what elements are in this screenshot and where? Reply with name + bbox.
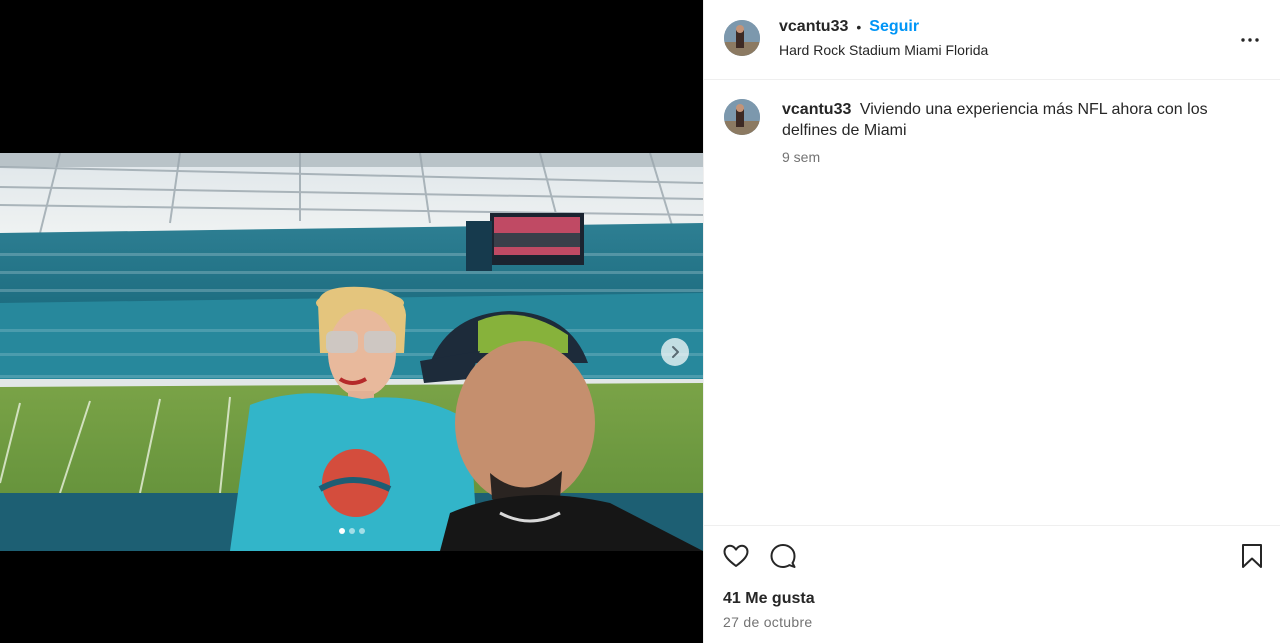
post-photo[interactable] [0,153,703,551]
comment-icon [770,544,796,568]
likes-count[interactable]: 41 Me gusta [723,590,815,608]
post-caption: vcantu33 Viviendo una experiencia más NF… [782,99,1252,141]
profile-photo [724,99,760,135]
caption-username[interactable]: vcantu33 [782,101,851,118]
comment-button[interactable] [769,542,797,570]
separator-dot: • [856,19,862,35]
post-date[interactable]: 27 de octubre [723,614,813,630]
post-dialog: vcantu33 • Seguir Hard Rock Stadium Miam… [0,0,1280,643]
header-username[interactable]: vcantu33 [779,18,848,36]
post-details-panel: vcantu33 • Seguir Hard Rock Stadium Miam… [703,0,1280,643]
carousel-next-button[interactable] [661,338,689,366]
location-link[interactable]: Hard Rock Stadium Miami Florida [779,42,988,58]
post-actions: 41 Me gusta 27 de octubre [704,525,1280,643]
post-header: vcantu33 • Seguir Hard Rock Stadium Miam… [704,0,1280,80]
avatar[interactable] [724,20,760,56]
profile-photo [724,20,760,56]
more-options-button[interactable] [1238,28,1262,52]
stadium-selfie-image [0,153,703,551]
carousel-dot [358,528,365,534]
bookmark-icon [1242,544,1262,568]
like-button[interactable] [722,542,750,570]
more-horizontal-icon [1241,38,1259,42]
comments-section: vcantu33 Viviendo una experiencia más NF… [704,80,1280,525]
carousel-indicators [0,528,703,534]
chevron-right-icon [672,346,679,358]
heart-icon [723,544,749,567]
carousel-dot [348,528,355,534]
caption-timestamp[interactable]: 9 sem [782,149,820,165]
post-media [0,0,703,643]
header-user-line: vcantu33 • Seguir [779,18,919,36]
avatar[interactable] [724,99,760,135]
follow-button[interactable]: Seguir [869,18,919,36]
save-button[interactable] [1238,542,1266,570]
carousel-dot-active [338,528,345,534]
